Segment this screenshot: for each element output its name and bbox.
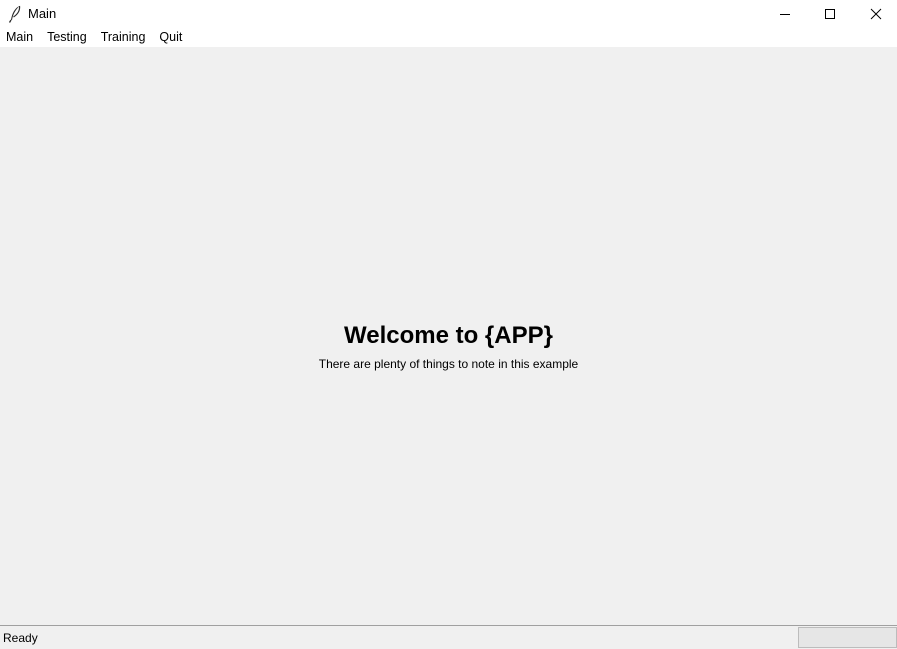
minimize-button[interactable] (762, 0, 808, 28)
minimize-icon (779, 8, 791, 20)
status-text: Ready (3, 631, 38, 645)
welcome-heading: Welcome to {APP} (344, 322, 553, 349)
window-title: Main (28, 6, 57, 21)
app-window: Main Main Testing Training Quit Welcome … (0, 0, 897, 649)
menu-main[interactable]: Main (0, 28, 40, 47)
maximize-button[interactable] (807, 0, 853, 28)
close-icon (870, 8, 882, 20)
menu-quit[interactable]: Quit (152, 28, 189, 47)
menu-bar: Main Testing Training Quit (0, 28, 897, 47)
status-bar: Ready (0, 625, 897, 649)
feather-icon (7, 5, 23, 23)
menu-training[interactable]: Training (94, 28, 153, 47)
status-progress-bar (798, 627, 897, 648)
welcome-subtitle: There are plenty of things to note in th… (318, 357, 579, 371)
main-content: Welcome to {APP} There are plenty of thi… (0, 47, 897, 625)
title-bar[interactable]: Main (0, 0, 897, 28)
close-button[interactable] (853, 0, 897, 28)
maximize-icon (824, 8, 836, 20)
menu-testing[interactable]: Testing (40, 28, 94, 47)
